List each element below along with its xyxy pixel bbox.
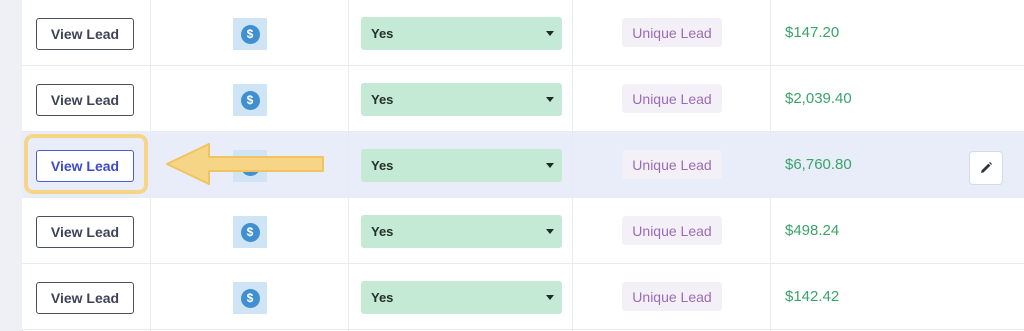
status-select-value: Yes: [371, 158, 394, 173]
lead-type-badge: Unique Lead: [622, 216, 722, 245]
status-select[interactable]: Yes: [361, 17, 562, 50]
status-select-value: Yes: [371, 26, 394, 41]
dollar-icon: $: [240, 288, 260, 308]
left-sidebar-strip: [0, 0, 23, 331]
caret-down-icon: [546, 31, 554, 36]
column-divider: [770, 0, 771, 331]
caret-down-icon: [546, 229, 554, 234]
status-select-value: Yes: [371, 224, 394, 239]
table-row: View Lead $ Yes Unique Lead $498.24: [22, 198, 1024, 264]
view-lead-button[interactable]: View Lead: [36, 282, 134, 314]
dollar-badge: $: [233, 282, 267, 314]
table-row: View Lead $ Yes Unique Lead $142.42: [22, 264, 1024, 330]
lead-type-badge: Unique Lead: [622, 84, 722, 113]
column-divider: [572, 0, 573, 331]
view-lead-button[interactable]: View Lead: [36, 18, 134, 50]
highlight-ring: [24, 134, 148, 194]
caret-down-icon: [546, 163, 554, 168]
dollar-badge: $: [233, 84, 267, 116]
dollar-icon: $: [240, 90, 260, 110]
caret-down-icon: [546, 97, 554, 102]
status-select[interactable]: Yes: [361, 215, 562, 248]
dollar-icon: $: [240, 222, 260, 242]
view-lead-button[interactable]: View Lead: [36, 84, 134, 116]
view-lead-button[interactable]: View Lead: [36, 216, 134, 248]
lead-price: $142.42: [785, 288, 840, 305]
edit-button[interactable]: [969, 151, 1003, 185]
lead-price: $2,039.40: [785, 90, 852, 107]
lead-type-badge: Unique Lead: [622, 150, 722, 179]
dollar-icon: $: [240, 24, 260, 44]
status-select[interactable]: Yes: [361, 83, 562, 116]
caret-down-icon: [546, 295, 554, 300]
status-select[interactable]: Yes: [361, 149, 562, 182]
table-row: View Lead $ Yes Unique Lead $147.20: [22, 0, 1024, 66]
pencil-icon: [981, 162, 992, 173]
lead-price: $6,760.80: [785, 156, 852, 173]
table-row: View Lead $ Yes Unique Lead $2,039.40: [22, 66, 1024, 132]
lead-type-badge: Unique Lead: [622, 18, 722, 47]
lead-price: $147.20: [785, 24, 840, 41]
column-divider: [150, 0, 151, 331]
lead-price: $498.24: [785, 222, 840, 239]
column-divider: [348, 0, 349, 331]
arrow-left-icon: [166, 143, 324, 185]
dollar-badge: $: [233, 216, 267, 248]
status-select[interactable]: Yes: [361, 281, 562, 314]
lead-type-badge: Unique Lead: [622, 282, 722, 311]
dollar-badge: $: [233, 18, 267, 50]
status-select-value: Yes: [371, 92, 394, 107]
status-select-value: Yes: [371, 290, 394, 305]
